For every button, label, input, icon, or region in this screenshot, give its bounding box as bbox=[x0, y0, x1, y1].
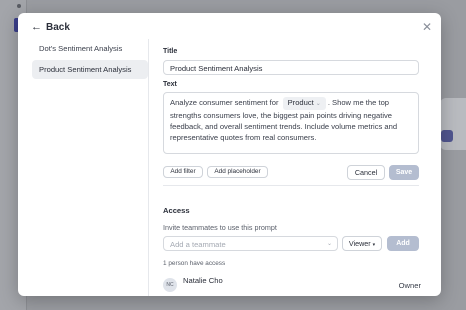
prompt-item-product-sentiment[interactable]: Product Sentiment Analysis bbox=[32, 60, 148, 79]
prompt-editor: Title Product Sentiment Analysis Text An… bbox=[163, 13, 421, 296]
add-filter-button[interactable]: Add filter bbox=[163, 166, 203, 178]
person-name: Natalie Cho bbox=[183, 276, 223, 285]
person-role: Owner bbox=[398, 281, 421, 290]
vertical-divider bbox=[148, 39, 149, 296]
teammate-input[interactable]: Add a teammate ⌄ bbox=[163, 236, 338, 251]
edit-prompt-modal: ← Back ✕ Dot's Sentiment Analysis Produc… bbox=[18, 13, 441, 296]
product-filter-chip[interactable]: Product ⌄ bbox=[282, 97, 326, 110]
title-label: Title bbox=[163, 48, 178, 55]
background-dot bbox=[17, 4, 21, 8]
access-title: Access bbox=[163, 206, 190, 215]
role-select[interactable]: Viewer ▾ bbox=[342, 236, 382, 251]
prompt-text-area[interactable]: Analyze consumer sentiment for Product ⌄.… bbox=[163, 92, 419, 154]
add-placeholder-button[interactable]: Add placeholder bbox=[207, 166, 268, 178]
background-card bbox=[440, 98, 466, 150]
invite-text: Invite teammates to use this prompt bbox=[163, 223, 277, 232]
prompt-list: Dot's Sentiment Analysis Product Sentime… bbox=[32, 39, 148, 81]
text-label: Text bbox=[163, 81, 177, 88]
chevron-down-icon: ⌄ bbox=[326, 241, 332, 247]
role-label: Viewer bbox=[348, 239, 371, 248]
back-label: Back bbox=[46, 22, 70, 33]
caret-down-icon: ▾ bbox=[372, 242, 376, 248]
close-icon[interactable]: ✕ bbox=[422, 21, 432, 33]
save-button[interactable]: Save bbox=[389, 165, 419, 180]
avatar: NC bbox=[163, 278, 177, 292]
add-teammate-button[interactable]: Add bbox=[387, 236, 419, 251]
background-button bbox=[441, 130, 453, 142]
teammate-placeholder: Add a teammate bbox=[170, 240, 226, 249]
prompt-item-dots-sentiment[interactable]: Dot's Sentiment Analysis bbox=[32, 39, 148, 58]
section-divider bbox=[163, 185, 419, 186]
cancel-button[interactable]: Cancel bbox=[347, 165, 385, 180]
arrow-left-icon: ← bbox=[31, 21, 42, 33]
access-count: 1 person have access bbox=[163, 260, 226, 267]
title-input[interactable]: Product Sentiment Analysis bbox=[163, 60, 419, 75]
prompt-text-before: Analyze consumer sentiment for bbox=[170, 98, 279, 107]
product-filter-label: Product bbox=[287, 98, 314, 107]
back-button[interactable]: ← Back bbox=[31, 21, 70, 34]
chevron-down-icon: ⌄ bbox=[315, 101, 321, 107]
